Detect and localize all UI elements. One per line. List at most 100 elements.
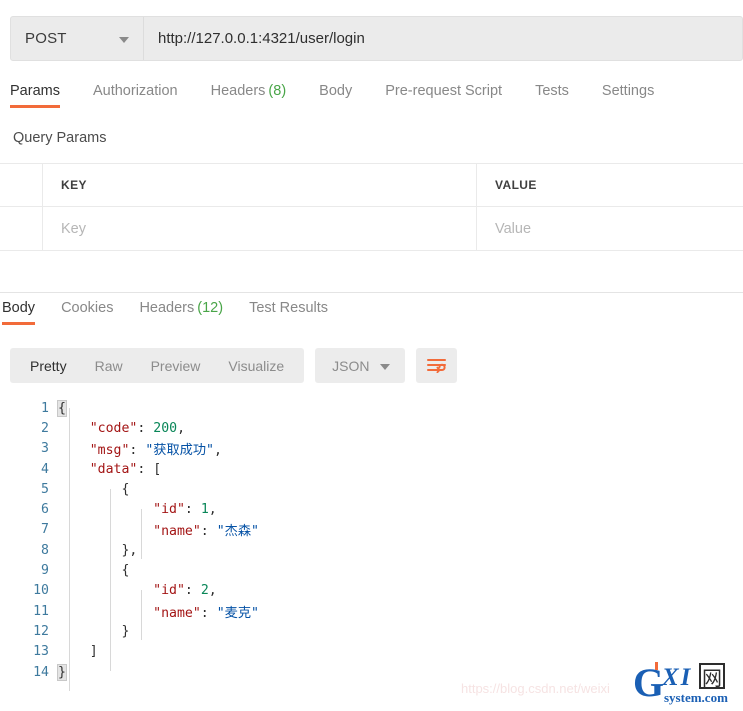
tab-label: Cookies	[61, 300, 114, 316]
chevron-down-icon	[119, 36, 129, 43]
view-mode-visualize[interactable]: Visualize	[214, 348, 298, 383]
code-line: 14}	[0, 662, 743, 682]
code-line: 9{	[0, 560, 743, 580]
line-number: 11	[33, 603, 49, 619]
code-token: "id"	[153, 583, 185, 599]
code-token: {	[121, 481, 130, 497]
code-line: 5{	[0, 479, 743, 499]
http-method-select[interactable]: POST	[11, 17, 144, 60]
tab-cookies[interactable]: Cookies	[61, 300, 113, 325]
code-token: "id"	[153, 502, 185, 518]
tab-label: Params	[10, 83, 60, 99]
tab-count-badge: (12)	[197, 300, 224, 316]
code-text: {	[58, 482, 129, 497]
code-token: "麦克"	[216, 605, 259, 621]
code-text: {	[58, 563, 129, 578]
watermark-url: https://blog.csdn.net/weixi	[461, 681, 610, 696]
code-token: 1	[200, 502, 209, 518]
tab-label: Body	[2, 300, 36, 316]
tab-label: Headers	[139, 300, 195, 316]
request-tabs: Params Authorization Headers (8) Body Pre-req…	[0, 83, 743, 116]
view-mode-preview[interactable]: Preview	[137, 348, 215, 383]
logo-subtitle: system.com	[664, 690, 728, 705]
tab-body[interactable]: Body	[319, 83, 352, 108]
code-line: 4 "data": [	[0, 459, 743, 479]
column-header-key: KEY	[43, 164, 477, 206]
logo-letters-xi: XI	[661, 664, 692, 691]
line-number: 5	[41, 481, 49, 497]
view-mode-raw[interactable]: Raw	[81, 348, 137, 383]
tab-label: Tests	[535, 83, 569, 99]
tab-label: Authorization	[92, 83, 178, 99]
tab-count-badge: (8)	[268, 83, 287, 99]
tab-headers[interactable]: Headers (8)	[211, 83, 287, 108]
gxi-logo: G XI 网 system.com	[633, 660, 743, 708]
code-line: 11 "name": "麦克"	[0, 601, 743, 621]
line-number: 6	[41, 502, 49, 518]
code-token: "name"	[153, 524, 201, 540]
code-text: "msg": "获取成功",	[58, 439, 222, 458]
tab-headers[interactable]: Headers (12)	[139, 300, 223, 325]
code-token: }	[57, 663, 67, 681]
tab-authorization[interactable]: Authorization	[93, 83, 178, 108]
code-line: 1{	[0, 398, 743, 418]
param-value-input[interactable]: Value	[477, 207, 743, 250]
code-token: ,	[129, 542, 138, 558]
code-token: 200	[153, 420, 178, 436]
code-token: 2	[200, 583, 209, 599]
code-token: :	[200, 524, 217, 540]
code-line: 10 "id": 2,	[0, 581, 743, 601]
code-text: }	[57, 663, 67, 681]
view-mode-pretty[interactable]: Pretty	[16, 348, 81, 383]
response-format-select[interactable]: JSON	[315, 348, 406, 383]
code-line: 13]	[0, 642, 743, 662]
code-token: ,	[177, 420, 186, 436]
code-token: ,	[213, 443, 222, 459]
code-token: "name"	[153, 605, 201, 621]
tab-label: Pre-request Script	[385, 83, 503, 99]
table-header-row: KEY VALUE	[0, 164, 743, 207]
code-token: }	[121, 623, 130, 639]
param-key-input[interactable]: Key	[43, 207, 477, 250]
tab-body[interactable]: Body	[2, 300, 36, 325]
code-text: "name": "麦克"	[58, 602, 259, 621]
code-line: 3 "msg": "获取成功",	[0, 439, 743, 459]
line-number: 13	[33, 644, 49, 660]
code-token: "杰森"	[216, 524, 259, 540]
gxi-logo-icon: G XI 网 system.com	[633, 660, 728, 705]
code-token: ]	[89, 644, 98, 660]
line-number: 7	[41, 522, 49, 538]
code-token: :	[137, 461, 154, 477]
code-token: ,	[208, 502, 217, 518]
tab-pre-request-script[interactable]: Pre-request Script	[385, 83, 502, 108]
line-number: 14	[33, 664, 49, 680]
request-url-input[interactable]	[144, 17, 742, 60]
code-token: :	[129, 443, 146, 459]
code-line: 2 "code": 200,	[0, 418, 743, 438]
tab-tests[interactable]: Tests	[535, 83, 569, 108]
line-number: 1	[41, 400, 49, 416]
tab-params[interactable]: Params	[10, 83, 60, 108]
code-line: 8},	[0, 540, 743, 560]
query-params-title: Query Params	[13, 130, 107, 146]
code-token: :	[200, 605, 217, 621]
code-line: 7 "name": "杰森"	[0, 520, 743, 540]
pane-divider[interactable]	[0, 292, 743, 293]
table-row[interactable]: Key Value	[0, 207, 743, 250]
response-body-editor[interactable]: 1{2 "code": 200, 3 "msg": "获取成功", 4 "data": […	[0, 398, 743, 711]
logo-cjk-char: 网	[702, 666, 722, 690]
chevron-down-icon	[380, 363, 391, 370]
query-params-table: KEY VALUE Key Value	[0, 163, 743, 251]
tab-settings[interactable]: Settings	[602, 83, 654, 108]
text-wrap-icon	[427, 359, 447, 373]
code-token: :	[184, 583, 201, 599]
code-text: ]	[58, 644, 98, 659]
row-select-gutter[interactable]	[0, 207, 43, 250]
request-url-bar: POST	[10, 16, 743, 61]
tab-label: Body	[319, 83, 353, 99]
code-token: "msg"	[89, 443, 130, 459]
code-token: {	[121, 563, 130, 579]
code-text: }	[58, 624, 129, 639]
tab-test-results[interactable]: Test Results	[249, 300, 328, 325]
text-wrap-button[interactable]	[416, 348, 458, 383]
